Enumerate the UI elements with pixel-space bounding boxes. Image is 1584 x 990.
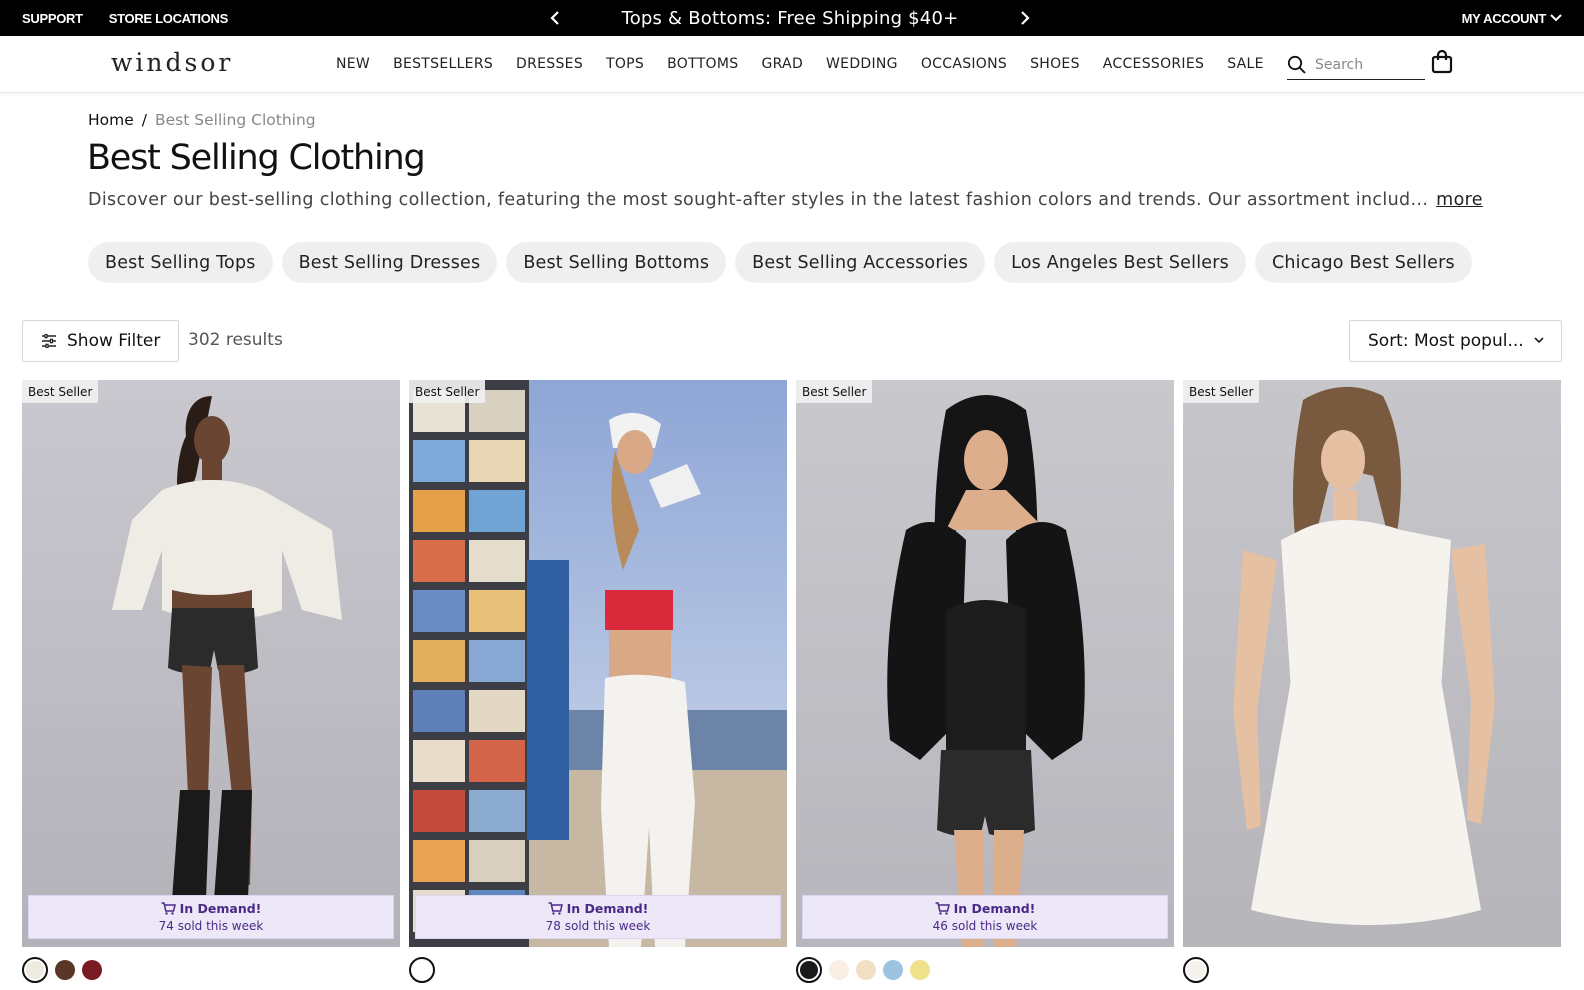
category-pills: Best Selling Tops Best Selling Dresses B… [88,242,1472,283]
page-description: Discover our best-selling clothing colle… [88,190,1483,210]
product-card[interactable]: Best Seller In Demand! 46 sold this week [796,380,1174,984]
nav-item-occasions[interactable]: OCCASIONS [921,56,1007,72]
color-swatch-selected[interactable] [409,957,435,983]
my-account-menu[interactable]: MY ACCOUNT [1462,0,1562,36]
best-seller-badge: Best Seller [1183,380,1260,403]
search-icon[interactable] [1287,55,1307,75]
pill-chicago-best-sellers[interactable]: Chicago Best Sellers [1254,242,1472,283]
nav-item-sale[interactable]: SALE [1227,56,1264,72]
in-demand-label: In Demand! [179,901,262,916]
announcement-bar: SUPPORT STORE LOCATIONS Tops & Bottoms: … [0,0,1584,36]
product-card[interactable]: Best Seller [1183,380,1561,984]
breadcrumb-current: Best Selling Clothing [155,111,316,129]
color-swatch[interactable] [856,960,876,980]
color-swatch[interactable] [910,960,930,980]
product-image[interactable]: Best Seller [1183,380,1561,947]
promo-prev-button[interactable] [545,0,565,36]
page-title: Best Selling Clothing [87,138,426,178]
show-filter-label: Show Filter [67,331,161,351]
sold-count: 78 sold this week [545,919,651,933]
product-grid: Best Seller In Demand! 74 sold this week [22,380,1561,984]
nav-item-bestsellers[interactable]: BESTSELLERS [393,56,493,72]
color-swatch[interactable] [55,960,75,980]
color-swatch[interactable] [829,960,849,980]
chevron-down-icon [1550,14,1562,22]
nav-item-new[interactable]: NEW [336,56,370,72]
product-card[interactable]: Best Seller In Demand! 74 sold this week [22,380,400,984]
breadcrumb-separator: / [141,111,148,129]
best-seller-badge: Best Seller [409,380,486,403]
pill-best-selling-bottoms[interactable]: Best Selling Bottoms [506,242,727,283]
sold-count: 46 sold this week [932,919,1038,933]
nav-item-wedding[interactable]: WEDDING [826,56,898,72]
in-demand-banner: In Demand! 46 sold this week [802,895,1168,939]
in-demand-banner: In Demand! 78 sold this week [415,895,781,939]
search-input[interactable] [1315,56,1415,73]
pill-best-selling-tops[interactable]: Best Selling Tops [88,242,273,283]
nav-item-accessories[interactable]: ACCESSORIES [1103,56,1204,72]
promo-carousel: Tops & Bottoms: Free Shipping $40+ [545,0,1035,36]
chevron-down-icon [1534,337,1544,344]
pill-best-selling-dresses[interactable]: Best Selling Dresses [281,242,498,283]
best-seller-badge: Best Seller [796,380,873,403]
description-text: Discover our best-selling clothing colle… [88,190,1429,210]
sort-label: Sort: Most popul... [1368,331,1524,351]
show-filter-button[interactable]: Show Filter [22,320,179,362]
color-swatch-selected[interactable] [796,957,822,983]
my-account-label: MY ACCOUNT [1461,10,1547,26]
more-link[interactable]: more [1436,190,1483,210]
color-swatch-selected[interactable] [1183,957,1209,983]
nav-item-tops[interactable]: TOPS [606,56,644,72]
cart-icon [161,902,176,915]
site-logo[interactable]: windsor [111,48,233,77]
nav-item-dresses[interactable]: DRESSES [516,56,583,72]
sort-dropdown[interactable]: Sort: Most popul... [1349,320,1562,362]
main-nav: NEW BESTSELLERS DRESSES TOPS BOTTOMS GRA… [336,36,1287,92]
pill-best-selling-accessories[interactable]: Best Selling Accessories [735,242,986,283]
support-link[interactable]: SUPPORT [22,11,83,26]
nav-item-grad[interactable]: GRAD [761,56,803,72]
main-header: windsor NEW BESTSELLERS DRESSES TOPS BOT… [0,36,1584,93]
pill-los-angeles-best-sellers[interactable]: Los Angeles Best Sellers [994,242,1246,283]
cart-icon [935,902,950,915]
color-swatch[interactable] [82,960,102,980]
cart-icon [548,902,563,915]
shopping-bag-icon [1431,49,1453,74]
breadcrumb: Home / Best Selling Clothing [88,111,316,129]
color-swatch[interactable] [883,960,903,980]
product-image[interactable]: Best Seller In Demand! 46 sold this week [796,380,1174,947]
results-count: 302 results [188,330,283,350]
color-swatch-selected[interactable] [22,957,48,983]
chevron-right-icon [1021,11,1030,25]
topbar-links: SUPPORT STORE LOCATIONS [22,0,228,36]
product-image[interactable]: Best Seller In Demand! 78 sold this week [409,380,787,947]
sold-count: 74 sold this week [158,919,264,933]
in-demand-label: In Demand! [566,901,649,916]
color-swatches [409,956,787,984]
search-box [1287,50,1425,80]
product-image[interactable]: Best Seller In Demand! 74 sold this week [22,380,400,947]
best-seller-badge: Best Seller [22,380,99,403]
promo-text[interactable]: Tops & Bottoms: Free Shipping $40+ [622,8,959,29]
product-card[interactable]: Best Seller In Demand! 78 sold this week [409,380,787,984]
chevron-left-icon [550,11,559,25]
shopping-bag-button[interactable] [1431,49,1453,78]
store-locations-link[interactable]: STORE LOCATIONS [109,11,229,26]
promo-next-button[interactable] [1015,0,1035,36]
nav-item-shoes[interactable]: SHOES [1030,56,1080,72]
in-demand-banner: In Demand! 74 sold this week [28,895,394,939]
in-demand-label: In Demand! [953,901,1036,916]
color-swatches [22,956,400,984]
filter-sliders-icon [42,334,56,348]
breadcrumb-home[interactable]: Home [88,111,134,129]
nav-item-bottoms[interactable]: BOTTOMS [667,56,738,72]
color-swatches [796,956,1174,984]
color-swatches [1183,956,1561,984]
